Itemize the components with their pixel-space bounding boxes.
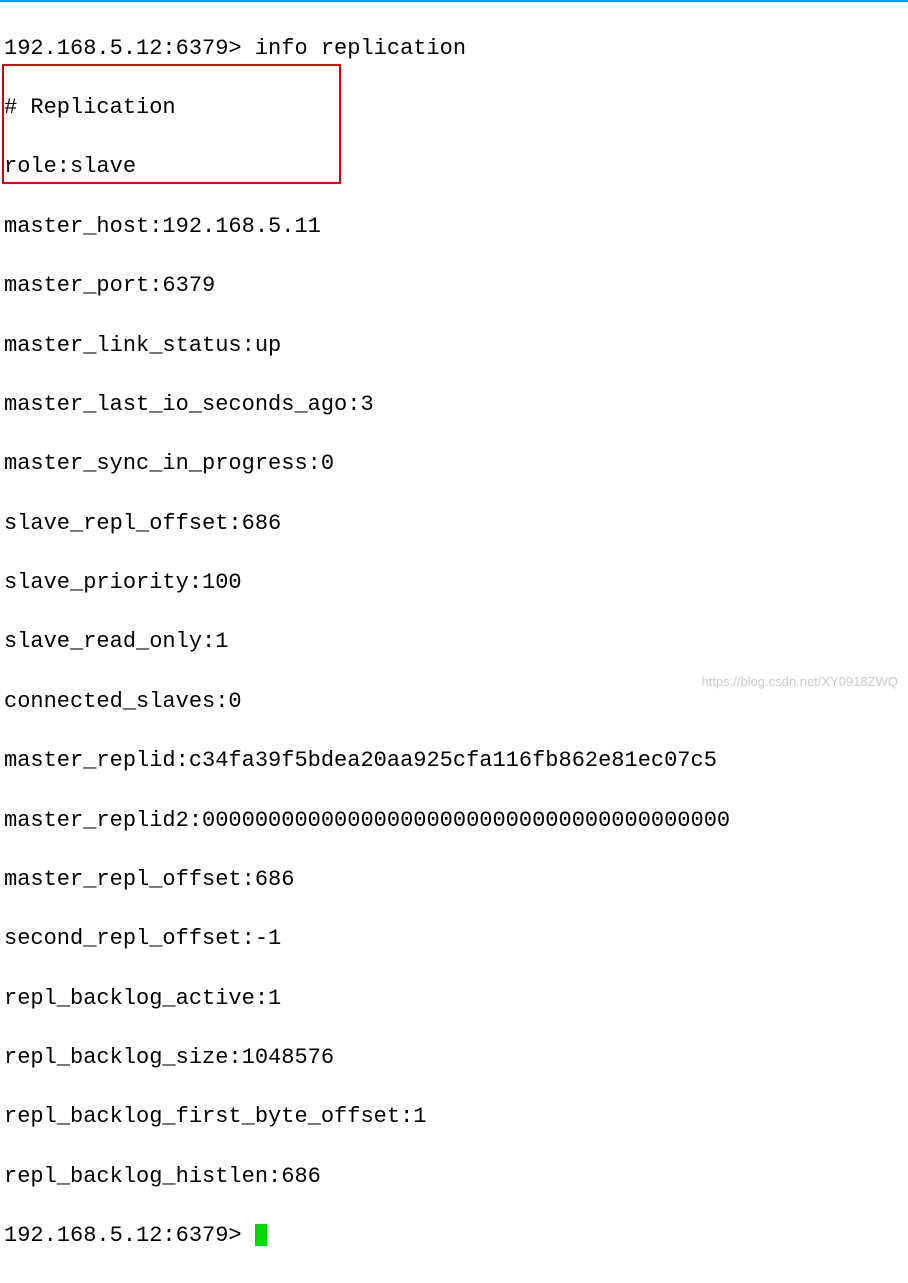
output-master-port: master_port:6379 xyxy=(4,271,904,301)
output-master-host: master_host:192.168.5.11 xyxy=(4,212,904,242)
prompt: 192.168.5.12:6379> xyxy=(4,1223,255,1248)
output-master-repl-offset: master_repl_offset:686 xyxy=(4,865,904,895)
output-repl-backlog-active: repl_backlog_active:1 xyxy=(4,984,904,1014)
output-master-last-io: master_last_io_seconds_ago:3 xyxy=(4,390,904,420)
output-slave-repl-offset: slave_repl_offset:686 xyxy=(4,509,904,539)
terminal-output[interactable]: 192.168.5.12:6379> info replication # Re… xyxy=(0,2,908,1283)
output-role: role:slave xyxy=(4,152,904,182)
cursor-icon xyxy=(255,1224,267,1246)
section-header: # Replication xyxy=(4,93,904,123)
output-repl-backlog-histlen: repl_backlog_histlen:686 xyxy=(4,1162,904,1192)
prompt: 192.168.5.12:6379> xyxy=(4,36,255,61)
output-connected-slaves: connected_slaves:0 xyxy=(4,687,904,717)
output-master-sync: master_sync_in_progress:0 xyxy=(4,449,904,479)
output-repl-backlog-size: repl_backlog_size:1048576 xyxy=(4,1043,904,1073)
prompt-line[interactable]: 192.168.5.12:6379> xyxy=(4,1221,904,1251)
output-master-replid: master_replid:c34fa39f5bdea20aa925cfa116… xyxy=(4,746,904,776)
output-second-repl-offset: second_repl_offset:-1 xyxy=(4,924,904,954)
command-line: 192.168.5.12:6379> info replication xyxy=(4,34,904,64)
output-master-replid2: master_replid2:0000000000000000000000000… xyxy=(4,806,904,836)
output-slave-read-only: slave_read_only:1 xyxy=(4,627,904,657)
output-slave-priority: slave_priority:100 xyxy=(4,568,904,598)
command-text: info replication xyxy=(255,36,466,61)
watermark-text: https://blog.csdn.net/XY0918ZWQ xyxy=(701,673,898,691)
output-repl-backlog-first-byte: repl_backlog_first_byte_offset:1 xyxy=(4,1102,904,1132)
output-master-link-status: master_link_status:up xyxy=(4,331,904,361)
